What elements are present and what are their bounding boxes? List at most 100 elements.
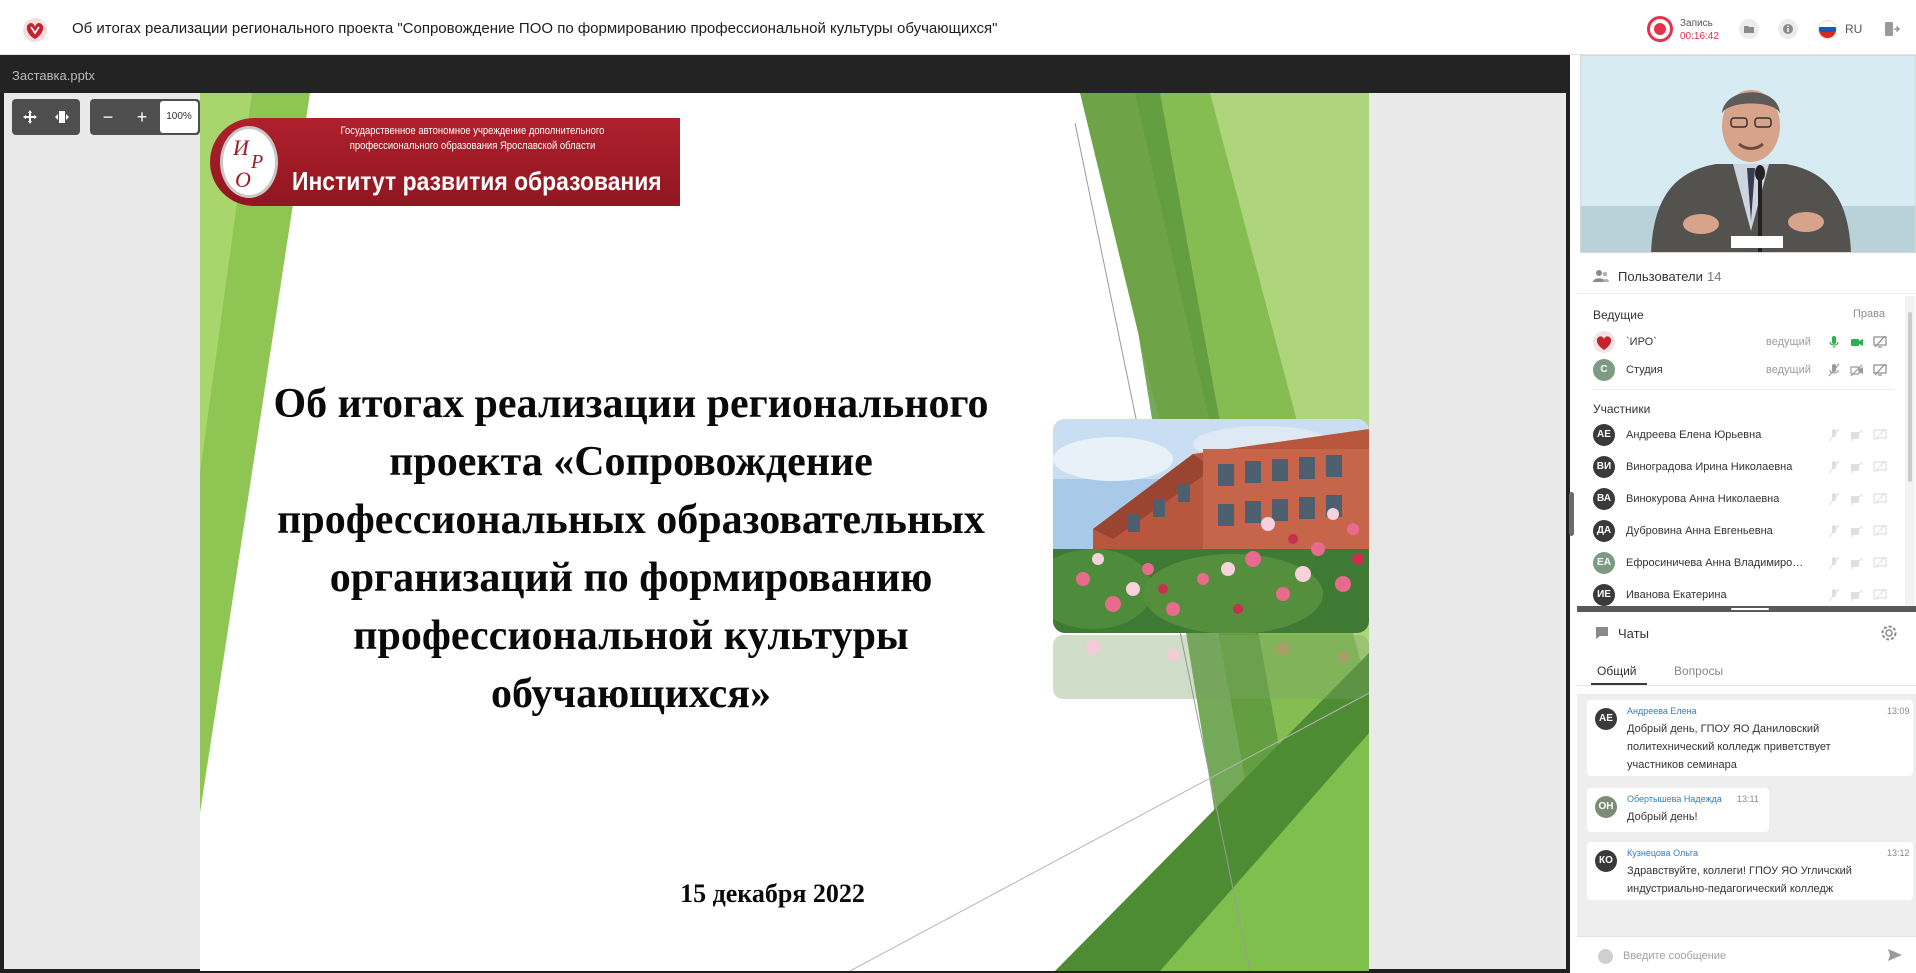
participant-row[interactable]: ВИ Виноградова Ирина Николаевна	[1577, 452, 1904, 482]
participant-row[interactable]: ВА Винокурова Анна Николаевна	[1577, 484, 1904, 514]
chat-messages: АЕ Андреева Елена 13:09 Добрый день, ГПО…	[1577, 694, 1916, 936]
microphone-off-icon[interactable]	[1827, 428, 1841, 442]
record-time: 00:16:42	[1680, 31, 1719, 42]
camera-off-icon[interactable]	[1850, 492, 1864, 506]
participants-section-label: Участники	[1593, 402, 1651, 416]
split-grip[interactable]	[1731, 608, 1769, 610]
screen-share-off-icon[interactable]	[1873, 335, 1887, 349]
message-text: Здравствуйте, коллеги! ГПОУ ЯО Угличский…	[1627, 865, 1852, 895]
participant-row[interactable]: АЕ Андреева Елена Юрьевна	[1577, 420, 1904, 450]
language-flag-icon[interactable]	[1818, 20, 1837, 39]
org-emblem: И Р О	[220, 126, 278, 198]
top-bar: Об итогах реализации регионального проек…	[0, 0, 1916, 55]
screen-share-off-icon[interactable]	[1873, 428, 1887, 442]
camera-off-icon[interactable]	[1850, 428, 1864, 442]
tab-questions[interactable]: Вопросы	[1674, 664, 1723, 678]
screen-share-off-icon[interactable]	[1873, 588, 1887, 602]
users-header-label: Пользователи	[1618, 269, 1703, 284]
camera-off-icon[interactable]	[1850, 588, 1864, 602]
user-avatar: С	[1593, 359, 1615, 381]
participant-row[interactable]: ДА Дубровина Анна Евгеньевна	[1577, 516, 1904, 546]
record-icon[interactable]	[1647, 16, 1673, 42]
users-header[interactable]: Пользователи 14	[1577, 258, 1916, 294]
message-text: Добрый день, ГПОУ ЯО Даниловский политех…	[1627, 723, 1831, 771]
microphone-off-icon[interactable]	[1827, 524, 1841, 538]
camera-off-icon[interactable]	[1850, 524, 1864, 538]
microphone-off-icon[interactable]	[1827, 492, 1841, 506]
send-icon[interactable]	[1887, 948, 1903, 962]
conference-title: Об итогах реализации регионального проек…	[72, 20, 998, 37]
user-row-host[interactable]: `ИРО` ведущий	[1577, 327, 1904, 357]
screen-share-off-icon[interactable]	[1873, 556, 1887, 570]
pan-icon[interactable]	[14, 99, 46, 135]
chat-message: КО Кузнецова Ольга 13:12 Здравствуйте, к…	[1587, 842, 1913, 900]
microphone-off-icon[interactable]	[1827, 556, 1841, 570]
active-tab-indicator	[1591, 683, 1647, 685]
microphone-icon[interactable]	[1827, 335, 1841, 349]
presentation-file-name: Заставка.pptx	[12, 68, 95, 83]
emblem-letter: Р	[251, 151, 264, 173]
screen-share-off-icon[interactable]	[1873, 363, 1887, 377]
folder-icon[interactable]	[1739, 19, 1759, 39]
org-subtitle: Государственное автономное учреждение до…	[340, 125, 605, 152]
panel-resize-handle[interactable]	[1569, 492, 1574, 536]
chat-tabs: Общий Вопросы	[1577, 656, 1916, 686]
message-avatar: АЕ	[1595, 708, 1617, 730]
zoom-in-button[interactable]: +	[126, 99, 158, 135]
presentation-header: Заставка.pptx	[0, 55, 1570, 93]
chat-message-input[interactable]	[1623, 945, 1873, 967]
chat-header: Чаты	[1577, 612, 1916, 655]
building-photo	[1053, 419, 1369, 633]
message-time: 13:11	[1737, 794, 1759, 804]
chat-header-label: Чаты	[1618, 626, 1649, 641]
app-logo-icon	[23, 18, 47, 42]
slide-title: Об итогах реализации регионального проек…	[273, 381, 989, 717]
screen-share-off-icon[interactable]	[1873, 460, 1887, 474]
microphone-off-icon[interactable]	[1827, 588, 1841, 602]
participant-row[interactable]: ИЕ Иванова Екатерина	[1577, 580, 1904, 606]
screen-share-off-icon[interactable]	[1873, 492, 1887, 506]
exit-icon[interactable]	[1883, 20, 1901, 38]
user-name: Виноградова Ирина Николаевна	[1626, 461, 1793, 473]
participant-row[interactable]: ЕА Ефросиничева Анна Владимиро…	[1577, 548, 1904, 578]
tab-general[interactable]: Общий	[1597, 664, 1637, 678]
user-avatar: ВИ	[1593, 456, 1615, 478]
user-row-host[interactable]: С Студия ведущий	[1577, 355, 1904, 385]
users-count: 14	[1707, 269, 1722, 284]
user-role: ведущий	[1766, 364, 1811, 376]
camera-off-icon[interactable]	[1850, 556, 1864, 570]
emblem-letter: О	[235, 167, 251, 192]
user-name: Андреева Елена Юрьевна	[1626, 429, 1762, 441]
gear-icon[interactable]	[1880, 624, 1898, 642]
presentation-slide: И Р О Государственное автономное учрежде…	[200, 93, 1369, 971]
hosts-section-label: Ведущие	[1593, 308, 1644, 322]
record-label: Запись	[1680, 18, 1713, 29]
camera-off-icon[interactable]	[1850, 363, 1864, 377]
org-banner: И Р О Государственное автономное учрежде…	[210, 118, 680, 206]
microphone-off-icon[interactable]	[1827, 460, 1841, 474]
user-avatar: ИЕ	[1593, 584, 1615, 606]
microphone-off-icon[interactable]	[1827, 363, 1841, 377]
emblem-letter: И	[233, 135, 249, 160]
zoom-level[interactable]: 100%	[160, 101, 198, 133]
org-name: Институт развития образования	[292, 166, 662, 196]
message-time: 13:09	[1887, 706, 1910, 716]
chat-input-row	[1577, 936, 1916, 973]
speaker-video[interactable]	[1580, 55, 1916, 253]
camera-off-icon[interactable]	[1850, 460, 1864, 474]
message-avatar: ОН	[1595, 796, 1617, 818]
info-icon[interactable]	[1778, 19, 1798, 39]
users-scrollbar[interactable]	[1905, 296, 1915, 606]
screen-share-off-icon[interactable]	[1873, 524, 1887, 538]
message-time: 13:12	[1887, 848, 1910, 858]
zoom-out-button[interactable]: −	[92, 99, 124, 135]
scrollbar-thumb[interactable]	[1908, 312, 1912, 482]
user-avatar: АЕ	[1593, 424, 1615, 446]
fit-width-icon[interactable]	[46, 99, 78, 135]
language-label[interactable]: RU	[1845, 22, 1862, 36]
user-name: `ИРО`	[1626, 336, 1657, 348]
building-photo-reflection	[1053, 635, 1369, 699]
view-tool-group	[12, 99, 80, 135]
camera-icon[interactable]	[1850, 335, 1864, 349]
emoji-icon[interactable]	[1598, 949, 1613, 964]
